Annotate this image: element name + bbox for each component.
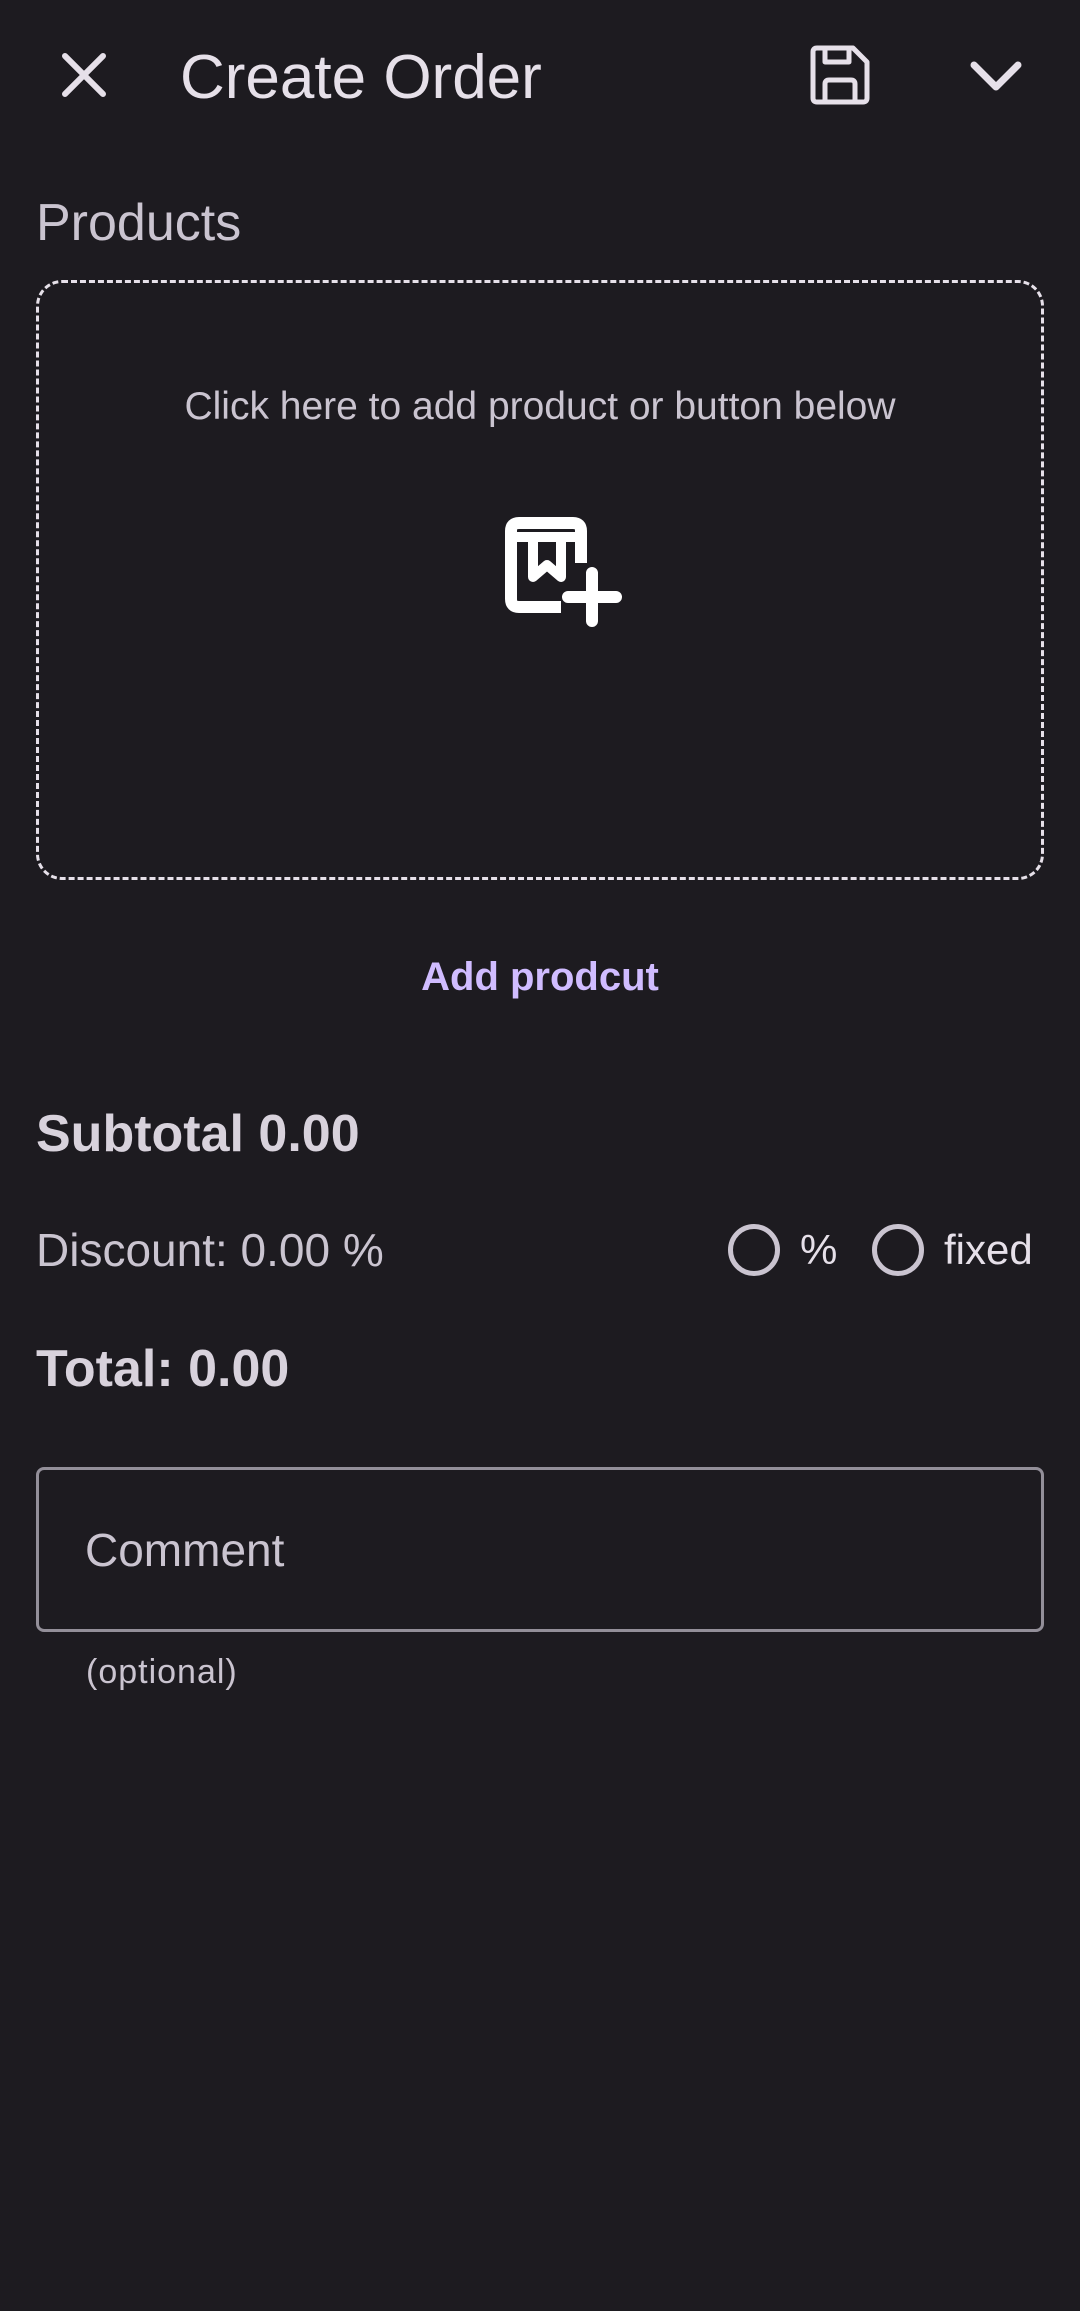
add-product-icon bbox=[505, 517, 622, 627]
radio-label: % bbox=[800, 1226, 838, 1273]
close-button[interactable] bbox=[36, 27, 132, 123]
chevron-down-icon bbox=[970, 61, 1022, 91]
top-app-bar: Create Order bbox=[0, 0, 1080, 150]
comment-field[interactable] bbox=[36, 1467, 1044, 1632]
total-text: Total: 0.00 bbox=[36, 1340, 290, 1398]
discount-fixed-radio[interactable]: fixed bbox=[872, 1215, 1033, 1285]
dropzone-hint: Click here to add product or button belo… bbox=[184, 385, 896, 428]
save-icon bbox=[810, 45, 870, 105]
products-label: Products bbox=[36, 194, 242, 252]
expand-button[interactable] bbox=[948, 27, 1044, 123]
radio-label: fixed bbox=[944, 1226, 1033, 1273]
discount-percent-radio[interactable]: % bbox=[728, 1215, 837, 1285]
subtotal-text: Subtotal 0.00 bbox=[36, 1105, 360, 1163]
radio-unchecked-icon bbox=[728, 1224, 780, 1276]
save-button[interactable] bbox=[792, 27, 888, 123]
radio-unchecked-icon bbox=[872, 1224, 924, 1276]
discount-text: Discount: 0.00 % bbox=[36, 1224, 384, 1276]
product-dropzone[interactable] bbox=[36, 280, 1044, 880]
comment-input[interactable] bbox=[85, 1470, 985, 1629]
page-title: Create Order bbox=[180, 43, 542, 112]
close-icon bbox=[62, 53, 106, 97]
comment-helper-text: (optional) bbox=[86, 1653, 238, 1691]
add-product-button[interactable]: Add prodcut bbox=[390, 945, 690, 1009]
